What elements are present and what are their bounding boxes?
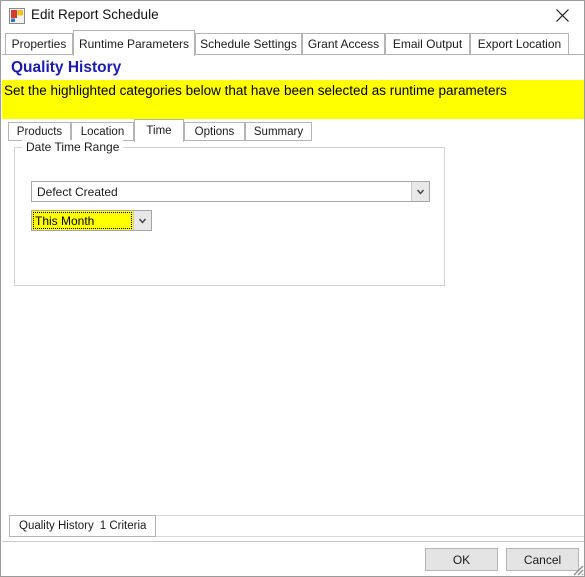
tab-label: Grant Access [307, 37, 380, 51]
chevron-down-icon[interactable] [411, 182, 429, 201]
close-button[interactable] [541, 1, 584, 29]
subtab-location[interactable]: Location [71, 122, 134, 141]
resize-grip[interactable] [569, 561, 584, 576]
date-range-combobox[interactable]: This Month [31, 210, 152, 231]
subtab-time[interactable]: Time [134, 119, 184, 142]
tab-label: Options [194, 125, 235, 138]
ok-button[interactable]: OK [425, 548, 498, 571]
subtab-summary[interactable]: Summary [245, 122, 312, 141]
tab-grant-access[interactable]: Grant Access [302, 33, 385, 55]
tab-label: Products [16, 125, 63, 138]
date-range-value: This Month [35, 213, 95, 228]
criteria-report-name: Quality History [19, 520, 94, 532]
tab-runtime-parameters[interactable]: Runtime Parameters [73, 30, 195, 56]
criteria-summary-tab[interactable]: Quality History 1 Criteria [9, 515, 157, 537]
page-title: Quality History [11, 59, 122, 76]
date-range-value-wrapper: This Month [32, 211, 133, 230]
date-field-value: Defect Created [37, 184, 118, 199]
tab-label: Time [146, 125, 172, 137]
windows-form-icon [9, 8, 25, 24]
date-field-combobox[interactable]: Defect Created [31, 181, 430, 202]
criteria-status-strip: Quality History 1 Criteria [2, 509, 584, 541]
outer-tab-strip: Properties Runtime Parameters Schedule Set… [2, 30, 584, 56]
tab-label: Properties [11, 37, 67, 51]
tab-schedule-settings[interactable]: Schedule Settings [195, 33, 302, 55]
dialog-footer: OK Cancel [2, 541, 584, 576]
tab-label: Runtime Parameters [78, 36, 190, 51]
tab-email-output[interactable]: Email Output [385, 33, 470, 55]
tab-label: Email Output [392, 37, 463, 51]
runtime-parameters-page: Quality History Set the highlighted cate… [2, 55, 584, 509]
date-time-range-groupbox: Defect Created This Month [14, 147, 445, 286]
tab-label: Summary [253, 125, 304, 138]
subtab-products[interactable]: Products [8, 122, 71, 141]
edit-report-schedule-window: Edit Report Schedule Properties Runtime P… [0, 0, 585, 577]
tab-label: Location [80, 125, 125, 138]
tab-label: Export Location [477, 37, 562, 51]
groupbox-legend: Date Time Range [22, 140, 124, 154]
tab-properties[interactable]: Properties [5, 33, 73, 55]
window-title: Edit Report Schedule [31, 7, 159, 22]
tab-export-location[interactable]: Export Location [470, 33, 569, 55]
status-strip-filler [145, 515, 584, 537]
title-bar: Edit Report Schedule [1, 1, 584, 30]
subtab-options[interactable]: Options [184, 122, 245, 141]
criteria-count: 1 Criteria [99, 520, 147, 532]
inner-tab-strip: Products Location Time Options Summary [8, 119, 578, 142]
tab-label: Schedule Settings [200, 37, 297, 51]
chevron-down-icon[interactable] [133, 211, 151, 230]
instruction-banner: Set the highlighted categories below tha… [2, 80, 584, 119]
